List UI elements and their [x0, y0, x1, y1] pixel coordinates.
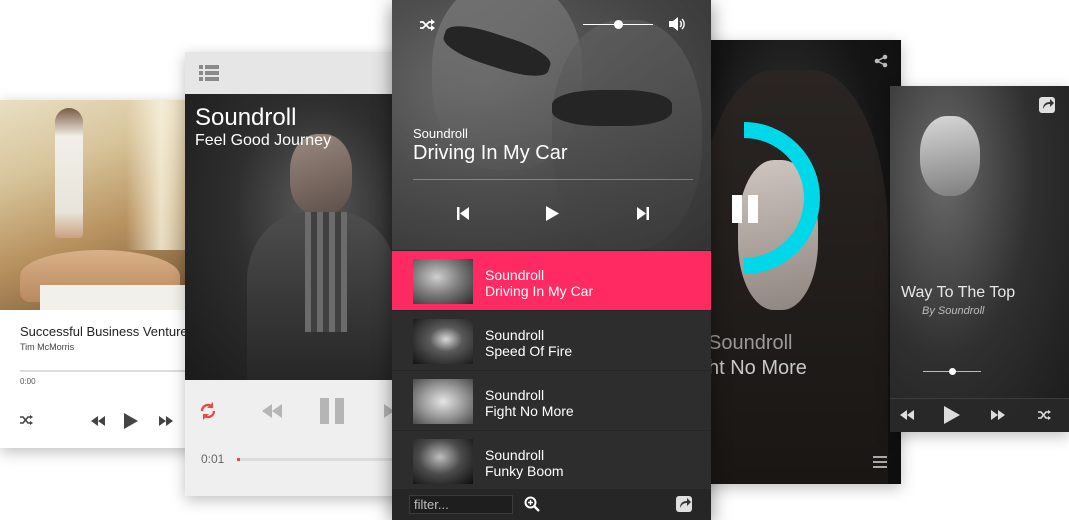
shuffle-icon[interactable] — [18, 412, 36, 428]
rewind-icon[interactable] — [899, 408, 915, 422]
playlist-footer — [392, 489, 711, 520]
menu-icon[interactable] — [871, 454, 889, 470]
album-art — [0, 100, 196, 310]
rewind-icon[interactable] — [89, 413, 107, 429]
play-icon[interactable] — [942, 405, 962, 425]
elapsed-time: 0:00 — [20, 377, 36, 386]
prev-icon[interactable] — [454, 204, 472, 222]
repeat-icon[interactable] — [197, 400, 219, 422]
track-artist: Soundroll — [485, 267, 545, 283]
volume-slider[interactable] — [583, 20, 653, 29]
compact-dark-player: Way To The Top By Soundroll — [890, 86, 1069, 432]
circular-player: Soundroll ht No More — [698, 40, 901, 484]
play-icon[interactable] — [543, 203, 561, 223]
share-icon[interactable] — [873, 53, 889, 69]
track-artist: Tim McMorris — [20, 342, 75, 352]
shuffle-icon[interactable] — [1036, 408, 1054, 422]
now-playing-artist: Soundroll — [413, 126, 468, 141]
pause-icon[interactable] — [319, 397, 345, 425]
volume-knob[interactable] — [948, 368, 956, 375]
divider — [413, 179, 693, 180]
track-artist: Soundroll — [485, 447, 545, 463]
shuffle-icon[interactable] — [418, 16, 438, 34]
track-thumbnail — [413, 439, 473, 484]
track-title: Successful Business Venture — [20, 324, 188, 339]
players-showcase: Successful Business Venture Tim McMorris… — [0, 0, 1069, 520]
track-artist: Soundroll — [708, 332, 793, 354]
elapsed-time: 0:01 — [201, 452, 225, 466]
track-thumbnail — [413, 379, 473, 424]
player-controls: 0:01 — [185, 380, 405, 496]
progress-bar[interactable] — [20, 370, 196, 372]
track-title: Fight No More — [485, 403, 574, 419]
track-thumbnail — [413, 259, 473, 304]
player-controls — [890, 398, 1069, 432]
playlist-item[interactable]: Soundroll Funky Boom — [392, 430, 711, 490]
play-icon[interactable] — [121, 411, 141, 431]
track-thumbnail — [413, 319, 473, 364]
player-toolbar — [185, 52, 405, 94]
progress-bar[interactable] — [237, 458, 405, 461]
track-title: Speed Of Fire — [485, 343, 573, 359]
track-title: ht No More — [708, 357, 807, 379]
forward-icon[interactable] — [157, 413, 175, 429]
track-title: Feel Good Journey — [195, 132, 332, 149]
volume-slider[interactable] — [923, 368, 981, 375]
search-icon[interactable] — [523, 495, 541, 513]
next-icon[interactable] — [634, 204, 652, 222]
track-artist: Soundroll — [485, 387, 545, 403]
volume-knob[interactable] — [613, 20, 623, 29]
forward-icon[interactable] — [990, 408, 1006, 422]
external-icon[interactable] — [675, 495, 693, 513]
track-byline: By Soundroll — [922, 305, 985, 317]
filter-input[interactable] — [409, 495, 513, 514]
rewind-icon[interactable] — [261, 400, 283, 422]
track-title: Way To The Top — [901, 284, 1016, 301]
track-artist: Soundroll — [485, 327, 545, 343]
main-player: Soundroll Driving In My Car Soundroll Dr… — [392, 0, 711, 520]
volume-icon[interactable] — [668, 16, 686, 32]
playlist-item[interactable]: Soundroll Speed Of Fire — [392, 310, 711, 370]
list-icon[interactable] — [198, 63, 220, 83]
pause-icon[interactable] — [728, 194, 762, 224]
playlist-item[interactable]: Soundroll Fight No More — [392, 370, 711, 430]
album-art — [890, 86, 1069, 432]
progress-fill — [237, 458, 240, 461]
light-player: Successful Business Venture Tim McMorris… — [0, 100, 196, 448]
track-title: Driving In My Car — [485, 283, 594, 299]
external-icon[interactable] — [1038, 96, 1056, 114]
now-playing-title: Driving In My Car — [413, 142, 568, 164]
grey-player: Soundroll Feel Good Journey 0:01 — [185, 52, 405, 496]
playlist-item[interactable]: Soundroll Driving In My Car — [392, 250, 711, 310]
track-artist: Soundroll — [195, 104, 297, 131]
track-title: Funky Boom — [485, 463, 564, 479]
